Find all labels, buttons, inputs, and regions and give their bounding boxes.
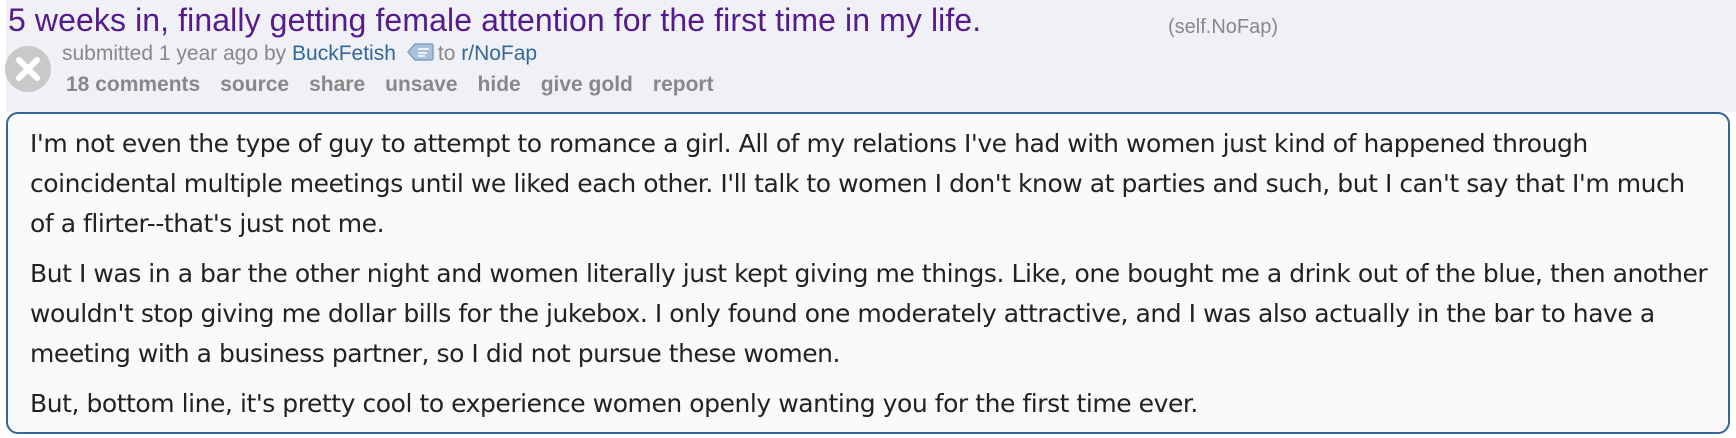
unsave-button[interactable]: unsave	[385, 73, 457, 96]
body-paragraph-1: I'm not even the type of guy to attempt …	[30, 129, 1685, 238]
source-button[interactable]: source	[220, 73, 289, 96]
hide-button[interactable]: hide	[478, 73, 521, 96]
to-label: to	[437, 42, 456, 65]
comments-button[interactable]: 18 comments	[66, 73, 200, 96]
body-paragraph-2: But I was in a bar the other night and w…	[30, 259, 1708, 368]
post-body: I'm not even the type of guy to attempt …	[6, 112, 1730, 434]
close-icon[interactable]	[5, 46, 51, 92]
report-button[interactable]: report	[653, 73, 714, 96]
share-button[interactable]: share	[309, 73, 365, 96]
submitted-label: submitted	[62, 42, 154, 65]
subreddit-link[interactable]: r/NoFap	[461, 42, 537, 65]
body-paragraph-3: But, bottom line, it's pretty cool to ex…	[30, 389, 1198, 418]
post-buttons: 18 comments source share unsave hide give gol…	[66, 73, 734, 97]
post-domain[interactable]: (self.NoFap)	[1168, 16, 1278, 39]
message-icon[interactable]	[406, 42, 434, 62]
submitted-time: 1 year ago	[158, 42, 259, 65]
by-label: by	[263, 42, 287, 65]
author-link[interactable]: BuckFetish	[292, 42, 396, 65]
give-gold-button[interactable]: give gold	[541, 73, 633, 96]
domain-label[interactable]: self.NoFap	[1175, 16, 1272, 38]
post-title[interactable]: 5 weeks in, finally getting female atten…	[8, 2, 981, 39]
post: 5 weeks in, finally getting female atten…	[0, 0, 1736, 438]
post-tagline: submitted 1 year ago by BuckFetish to r/…	[62, 42, 537, 66]
